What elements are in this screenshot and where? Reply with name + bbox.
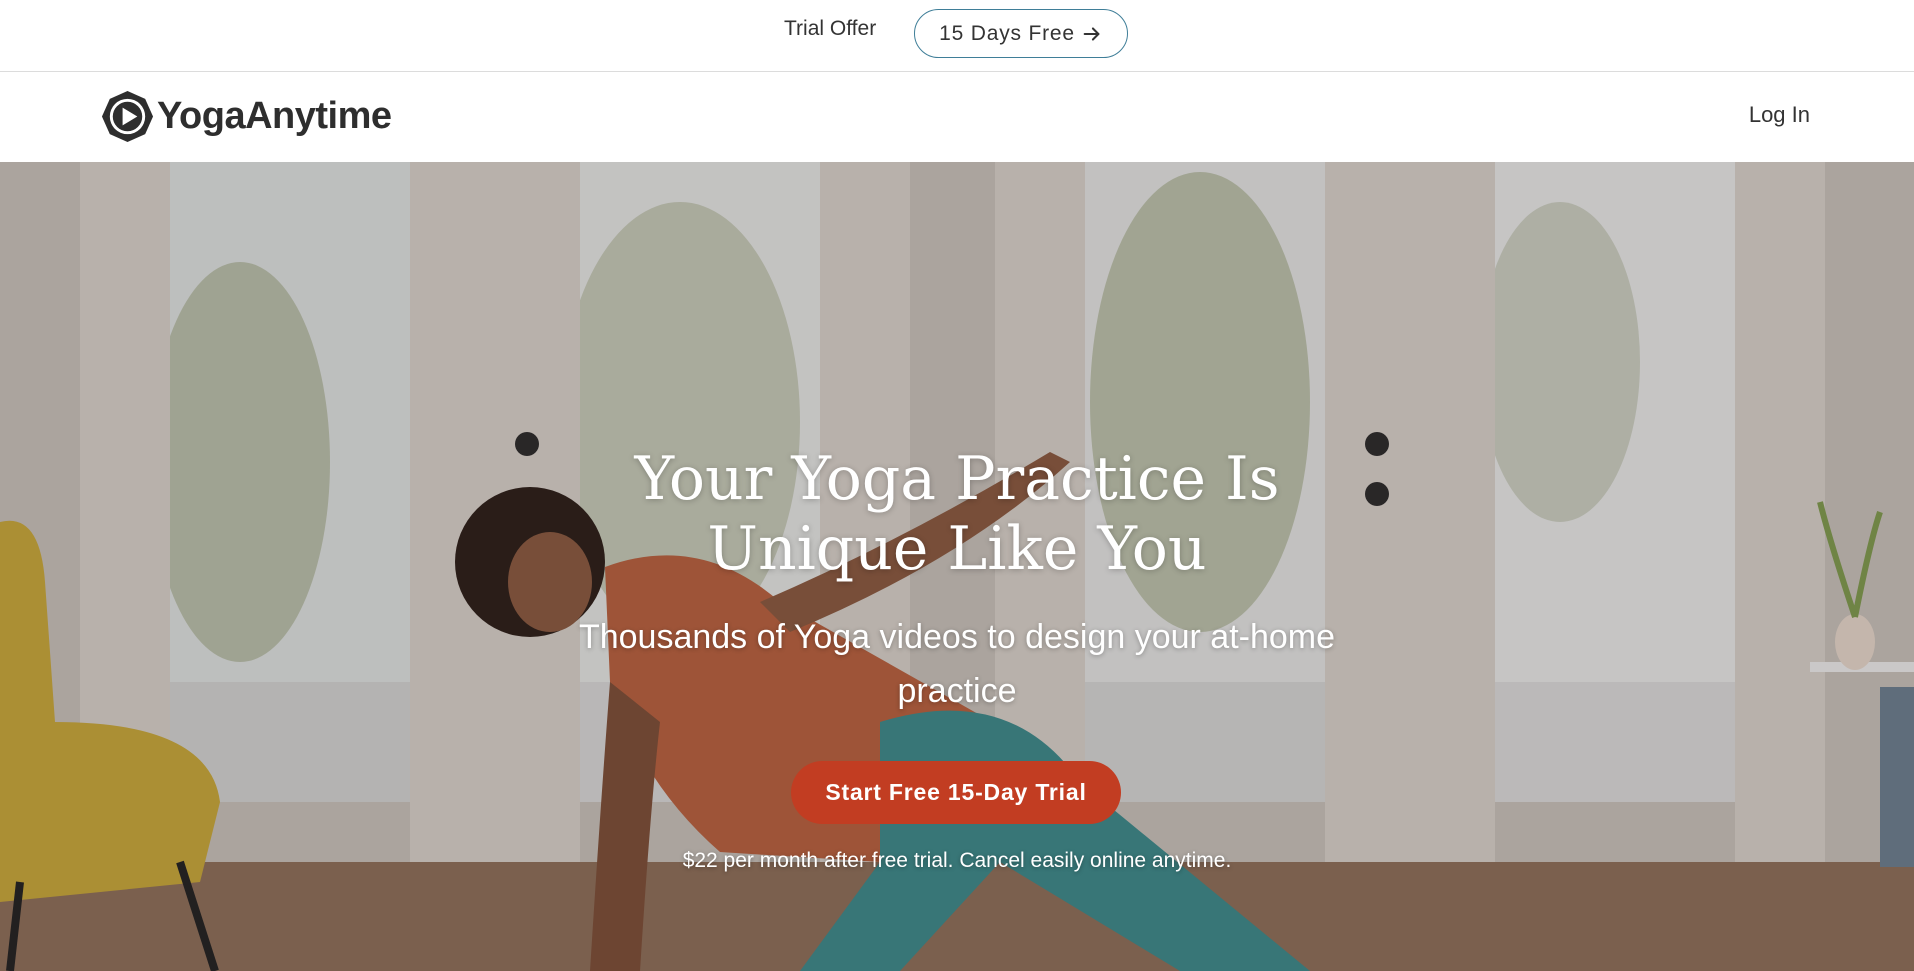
site-logo[interactable]: YogaAnytime <box>100 89 392 144</box>
hero-title: Your Yoga Practice Is Unique Like You <box>634 444 1280 584</box>
price-note: $22 per month after free trial. Cancel e… <box>682 849 1232 872</box>
site-header: YogaAnytime Log In <box>0 72 1914 162</box>
login-link[interactable]: Log In <box>1749 102 1810 128</box>
promo-bar: Trial Offer 15 Days Free <box>0 0 1914 72</box>
arrow-right-icon <box>1083 26 1100 41</box>
start-free-trial-button[interactable]: Start Free 15-Day Trial <box>791 761 1121 824</box>
logo-text: YogaAnytime <box>157 95 392 137</box>
trial-offer-button-label: 15 Days Free <box>939 21 1075 45</box>
trial-offer-button[interactable]: 15 Days Free <box>914 9 1128 58</box>
hero-content: Your Yoga Practice Is Unique Like You Th… <box>0 162 1914 971</box>
promo-label: Trial Offer <box>784 17 877 40</box>
play-circle-logo-icon <box>101 90 154 143</box>
hero-subtitle: Thousands of Yoga videos to design your … <box>578 618 1336 710</box>
hero-section: Your Yoga Practice Is Unique Like You Th… <box>0 162 1914 971</box>
